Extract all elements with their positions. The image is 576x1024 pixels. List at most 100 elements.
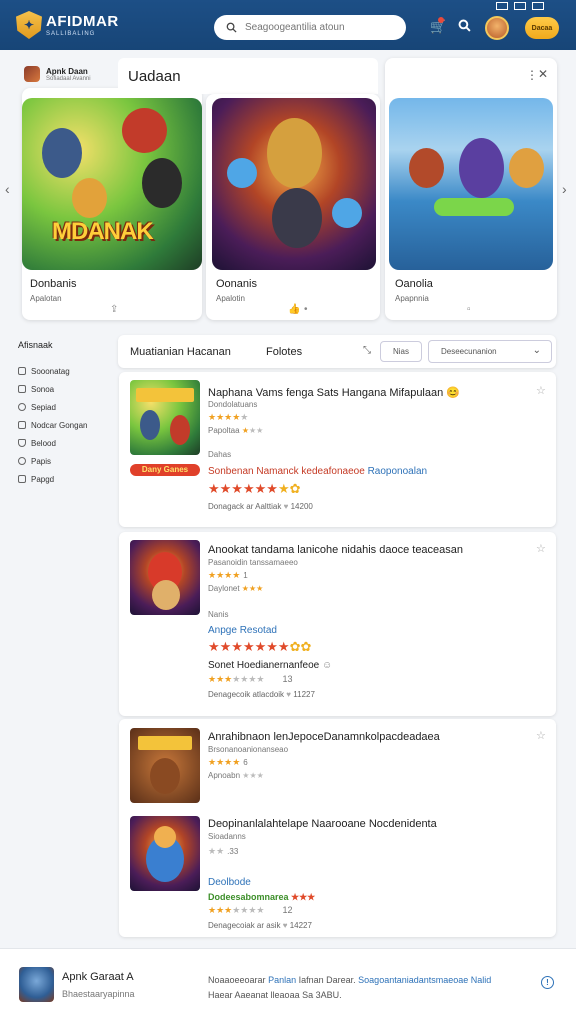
popup-header: Uadaan — [118, 58, 378, 94]
expand-icon[interactable]: ⤡ — [363, 345, 371, 356]
featured-card-1[interactable]: MDANAK Donbanis Apalotan ⇪ — [22, 88, 202, 320]
close-icon[interactable]: ✕ — [538, 67, 548, 81]
item-subtitle: Brsonanoanionanseao — [208, 745, 289, 754]
item-subtitle-2: Sioadanns — [208, 832, 246, 841]
favorite-icon[interactable]: ☆ — [536, 542, 546, 555]
item-section: Nanis — [208, 610, 229, 619]
sidebar-title: Afisnaak — [18, 340, 53, 350]
tab-filters[interactable]: Folotes — [266, 346, 302, 358]
game-art-title: MDANAK — [52, 218, 154, 245]
circle-icon — [18, 403, 26, 411]
footer-bar: Apnk Garaat A Bhaestaaryapinna Noaaoeeoa… — [0, 948, 576, 1024]
item-title: Naphana Vams fenga Sats Hangana Mifapula… — [208, 387, 460, 399]
item-title: Anookat tandama lanicohe nidahis daoce t… — [208, 544, 464, 556]
item-subtitle: Pasanoidin tanssamaeeo — [208, 558, 298, 567]
favorite-icon[interactable]: ☆ — [536, 729, 546, 742]
sidebar-item-2[interactable]: Sonoa — [18, 380, 114, 398]
item-footer: Denagecoiak ar asik ♥ 14227 — [208, 921, 312, 930]
circle-icon — [18, 457, 26, 465]
sidebar-item-6[interactable]: Papis — [18, 452, 114, 470]
game-art-image: MDANAK — [22, 98, 202, 270]
sidebar-item-5[interactable]: Belood — [18, 434, 114, 452]
favorite-icon[interactable]: ☆ — [536, 384, 546, 397]
sidebar-item-4[interactable]: Nodcar Gongan — [18, 416, 114, 434]
more-options-icon[interactable]: ⋮ — [526, 68, 538, 82]
user-avatar[interactable] — [485, 16, 509, 40]
game-thumbnail — [130, 380, 200, 455]
sidebar-item-label: Papgd — [31, 474, 55, 484]
footer-info-line-1: Noaaoeeoarar Panlan Iafnan Darear. Soago… — [208, 975, 492, 985]
header-search-icon[interactable] — [458, 19, 471, 35]
card-subtitle: Apalotan — [30, 294, 62, 303]
sidebar-item-label: Belood — [31, 438, 56, 448]
square-icon — [18, 475, 26, 483]
search-bar[interactable] — [214, 15, 406, 40]
upgrade-button[interactable]: Dacaa — [525, 17, 559, 39]
rating-stars: ★★★★ 6 — [208, 757, 248, 767]
sidebar-item-label: Papis — [31, 456, 52, 466]
shield-logo-icon: ✦ — [16, 11, 42, 39]
user-mini-avatar — [24, 66, 40, 82]
chevron-down-icon: ⌄ — [532, 345, 541, 356]
tab-main[interactable]: Muatianian Hacanan — [130, 346, 231, 358]
rating-stars: ★★★★★ — [208, 412, 249, 422]
item-tag: Dodeesabomnarea ★★★ — [208, 892, 316, 902]
sidebar-item-label: Sonoa — [31, 384, 55, 394]
sidebar-item-1[interactable]: Sooonatag — [18, 362, 114, 380]
list-item[interactable]: Anookat tandama lanicohe nidahis daoce t… — [119, 532, 556, 716]
gift-icon — [18, 421, 26, 429]
footer-info-line-2: Haear Aaeanat lleaoaa Sa 3ABU. — [208, 990, 342, 1000]
maximize-icon[interactable] — [514, 2, 526, 10]
game-thumbnail — [130, 540, 200, 615]
like-icon[interactable]: 👍 — [288, 304, 300, 315]
item-title: Anrahibnaon lenJepoceDanamnkolpacdeadaea — [208, 731, 440, 743]
game-art-image — [389, 98, 553, 270]
list-item[interactable]: Anrahibnaon lenJepoceDanamnkolpacdeadaea… — [119, 719, 556, 937]
sidebar-item-label: Sepiad — [31, 402, 56, 412]
item-meta: Daylonet ★★★ — [208, 584, 264, 593]
rating-stars-large: ★★★★★★★✿✿ — [208, 639, 312, 654]
featured-card-2[interactable]: Oonanis Apalotin 👍 • — [206, 94, 380, 320]
minimize-icon[interactable] — [496, 2, 508, 10]
card-subtitle: Apapnnia — [395, 294, 429, 303]
featured-user[interactable]: Apnk Daan Sofiadaal Avanni — [24, 66, 91, 82]
info-icon[interactable]: ! — [541, 976, 554, 989]
card-title: Oanolia — [395, 278, 433, 290]
game-art-image — [212, 98, 376, 270]
sidebar-item-7[interactable]: Papgd — [18, 470, 114, 488]
rating-stars-2: ★★ .33 — [208, 846, 239, 856]
card-title: Donbanis — [30, 278, 77, 290]
bookmark-icon[interactable]: ▫ — [467, 304, 471, 315]
sort-select[interactable]: Deseecunanion ⌄ — [428, 340, 552, 363]
featured-user-sub: Sofiadaal Avanni — [46, 75, 91, 82]
notification-dot — [438, 17, 444, 23]
sidebar-item-label: Sooonatag — [31, 366, 70, 376]
item-highlight: Sonbenan Namanck kedeafonaeoe Raoponoala… — [208, 466, 428, 477]
card-subtitle: Apalotin — [216, 294, 245, 303]
restore-icon[interactable] — [532, 2, 544, 10]
game-thumbnail — [130, 728, 200, 803]
footer-subtitle: Bhaestaaryapinna — [62, 989, 135, 999]
carousel-prev-icon[interactable]: ‹ — [5, 181, 10, 197]
share-icon[interactable]: ⇪ — [110, 304, 118, 315]
carousel-next-icon[interactable]: › — [562, 181, 567, 197]
footer-avatar[interactable] — [19, 967, 54, 1002]
featured-card-3[interactable]: Oanolia Apapnnia ▫ — [385, 58, 557, 320]
footer-title: Apnk Garaat A — [62, 971, 134, 983]
filter-bar: Muatianian Hacanan Folotes ⤡ Nias Deseec… — [118, 335, 556, 368]
filter-chip[interactable]: Nias — [380, 341, 422, 362]
rating-stars-small: ★★★★★★★ 12 — [208, 905, 293, 915]
smile-icon: 😊 — [446, 387, 460, 399]
item-subtitle: Dondolatuans — [208, 400, 258, 409]
item-title-2: Deopinanlalahtelape Naarooane Nocdeniden… — [208, 818, 437, 830]
square-icon — [18, 367, 26, 375]
item-footer: Donagack ar Aalttiak ♥ 14200 — [208, 502, 313, 511]
item-footer: Denagecoik atlacdoik ♥ 11227 — [208, 690, 315, 699]
sidebar-item-3[interactable]: Sepiad — [18, 398, 114, 416]
popup-title: Uadaan — [128, 68, 181, 85]
shield-icon — [18, 439, 26, 447]
list-item[interactable]: Dany Ganes Naphana Vams fenga Sats Hanga… — [119, 372, 556, 527]
app-logo[interactable]: ✦ AFIDMAR SALLIBALING — [16, 11, 119, 39]
search-input[interactable] — [245, 22, 395, 33]
sidebar-item-label: Nodcar Gongan — [31, 420, 88, 430]
